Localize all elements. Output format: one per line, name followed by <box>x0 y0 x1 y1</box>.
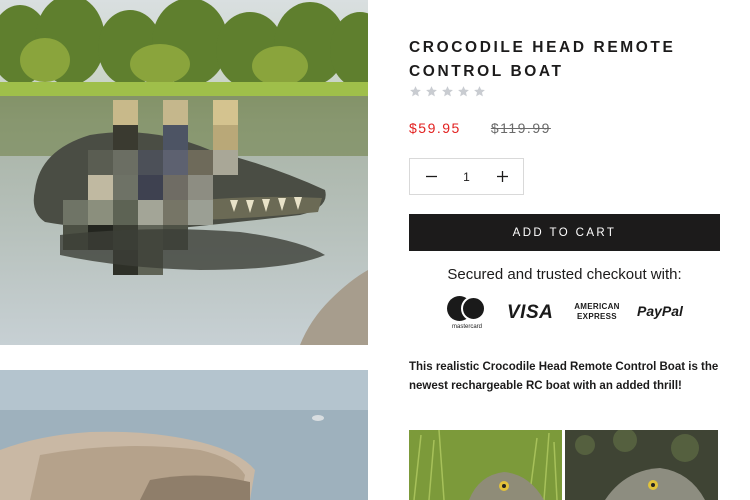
secure-checkout-text: Secured and trusted checkout with: <box>447 266 682 283</box>
product-title: Crocodile Head Remote Control Boat <box>409 39 676 80</box>
star-icon <box>473 85 486 98</box>
description-image-grass <box>409 430 562 500</box>
minus-icon[interactable] <box>422 168 440 186</box>
paypal-icon: PayPal <box>637 303 683 319</box>
visa-icon: VISA <box>507 302 554 323</box>
add-to-cart-button[interactable]: ADD TO CART <box>409 214 720 251</box>
product-description: This realistic Crocodile Head Remote Con… <box>409 361 719 392</box>
price-row: $59.95 $119.99 <box>409 120 551 136</box>
star-icon <box>425 85 438 98</box>
star-icon <box>409 85 422 98</box>
mastercard-label: mastercard <box>451 324 482 330</box>
product-image-main[interactable] <box>0 0 368 345</box>
compare-at-price: $119.99 <box>490 120 551 136</box>
mastercard-icon: mastercard <box>445 296 489 332</box>
payment-methods: mastercard VISA AMERICAN EXPRESS PayPal <box>445 294 695 334</box>
description-image-dark <box>565 430 718 500</box>
sale-price: $59.95 <box>409 120 461 136</box>
product-image-secondary[interactable] <box>0 370 368 500</box>
quantity-value[interactable]: 1 <box>463 170 470 184</box>
rating-stars[interactable] <box>409 85 486 98</box>
amex-icon: AMERICAN EXPRESS <box>570 302 624 322</box>
amex-line1: AMERICAN <box>574 302 620 311</box>
amex-line2: EXPRESS <box>577 312 617 321</box>
plus-icon[interactable] <box>493 168 511 186</box>
star-icon <box>441 85 454 98</box>
product-gallery <box>0 0 368 500</box>
quantity-stepper[interactable]: 1 <box>409 158 524 195</box>
description-images <box>409 430 720 500</box>
star-icon <box>457 85 470 98</box>
